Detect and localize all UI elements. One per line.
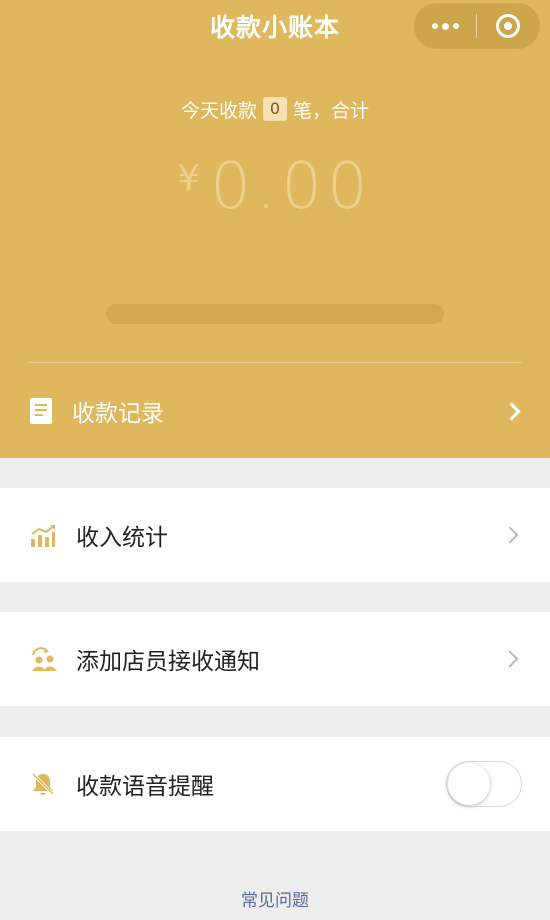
chevron-right-icon bbox=[502, 401, 521, 421]
progress-bar bbox=[106, 304, 444, 324]
header-divider bbox=[28, 362, 522, 363]
voice-alert-toggle[interactable] bbox=[446, 761, 522, 807]
more-dots-icon[interactable] bbox=[414, 3, 476, 49]
summary-prefix: 今天收款 bbox=[180, 99, 257, 122]
menu-item-label: 收入统计 bbox=[76, 525, 168, 551]
mini-program-capsule bbox=[414, 3, 540, 49]
header: 收款小账本 今天收款 0 笔，合计 ¥ 0.00 收款记录 bbox=[0, 0, 550, 458]
target-close-icon[interactable] bbox=[477, 3, 539, 49]
currency-symbol: ¥ bbox=[177, 158, 201, 199]
bell-mute-icon bbox=[30, 771, 56, 797]
toggle-knob bbox=[448, 763, 490, 805]
menu-item-label: 收款语音提醒 bbox=[76, 774, 214, 800]
add-staff-icon bbox=[30, 646, 57, 672]
menu-item-voice-alert: 收款语音提醒 bbox=[0, 737, 550, 831]
menu-item-income-stats[interactable]: 收入统计 bbox=[0, 488, 550, 582]
count-badge: 0 bbox=[263, 97, 287, 121]
amount-display: ¥ 0.00 bbox=[0, 150, 550, 230]
bar-chart-icon bbox=[30, 522, 56, 548]
menu-item-add-staff[interactable]: 添加店员接收通知 bbox=[0, 612, 550, 706]
faq-link[interactable]: 常见问题 bbox=[0, 886, 550, 916]
chevron-right-icon bbox=[501, 526, 519, 544]
total-amount: 0.00 bbox=[210, 150, 373, 224]
page: 收款小账本 今天收款 0 笔，合计 ¥ 0.00 收款记录 收入统计 添加店员接… bbox=[0, 0, 550, 920]
menu-item-label: 添加店员接收通知 bbox=[76, 649, 260, 675]
document-icon bbox=[30, 398, 52, 424]
records-label: 收款记录 bbox=[72, 401, 164, 427]
chevron-right-icon bbox=[501, 650, 519, 668]
records-row[interactable]: 收款记录 bbox=[0, 364, 550, 458]
today-summary: 今天收款 0 笔，合计 bbox=[0, 92, 550, 126]
summary-suffix: 笔，合计 bbox=[293, 99, 370, 122]
